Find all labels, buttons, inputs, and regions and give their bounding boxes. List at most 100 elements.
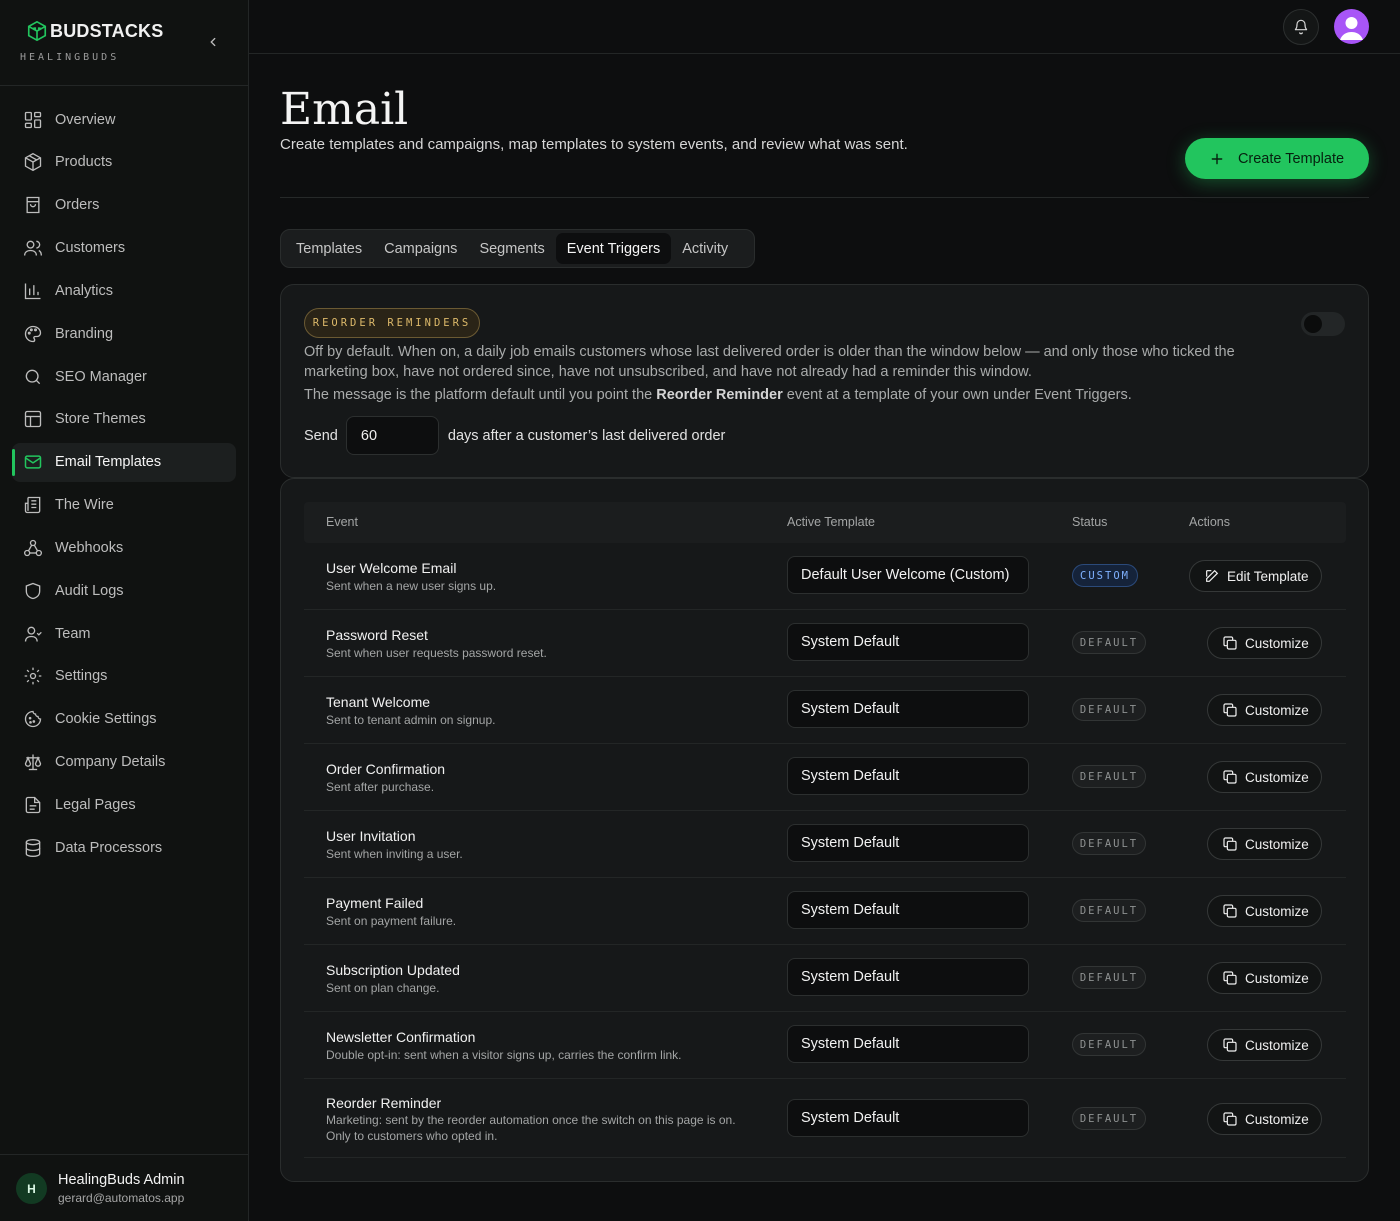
cookie-icon bbox=[24, 711, 42, 728]
sidebar-nav: Overview Products Orders Customers Analy… bbox=[12, 100, 236, 871]
send-window-row: Send days after a customer’s last delive… bbox=[304, 416, 725, 455]
newspaper-icon bbox=[24, 496, 41, 514]
table-row: Order Confirmation Sent after purchase. … bbox=[304, 744, 1346, 811]
sidebar-item-label: Cookie Settings bbox=[55, 711, 157, 728]
customize-button[interactable]: Customize bbox=[1207, 761, 1322, 793]
tab-event-triggers[interactable]: Event Triggers bbox=[555, 233, 672, 264]
notifications-button[interactable] bbox=[1283, 9, 1319, 45]
column-header-actions: Actions bbox=[1189, 515, 1230, 529]
days-input[interactable] bbox=[345, 416, 439, 455]
sidebar-item-audit-logs[interactable]: Audit Logs bbox=[12, 571, 236, 610]
collapse-sidebar-button[interactable] bbox=[204, 33, 222, 51]
status-badge: DEFAULT bbox=[1072, 899, 1146, 922]
sidebar-item-label: Orders bbox=[55, 197, 100, 214]
user-icon bbox=[24, 626, 42, 642]
user-email: gerard@automatos.app bbox=[58, 1191, 185, 1205]
sidebar-item-customers[interactable]: Customers bbox=[12, 229, 236, 268]
event-description: Sent when inviting a user. bbox=[326, 847, 463, 861]
sidebar-item-settings[interactable]: Settings bbox=[12, 657, 236, 696]
chevron-left-icon bbox=[210, 37, 216, 47]
event-description: Sent on plan change. bbox=[326, 981, 440, 995]
sidebar-item-webhooks[interactable]: Webhooks bbox=[12, 528, 236, 567]
event-name: Password Reset bbox=[326, 627, 428, 643]
sidebar-item-data-processors[interactable]: Data Processors bbox=[12, 828, 236, 867]
sidebar-item-store-themes[interactable]: Store Themes bbox=[12, 400, 236, 439]
grid-icon bbox=[24, 111, 42, 128]
event-name: Reorder Reminder bbox=[326, 1095, 442, 1111]
reminder-template-note: The message is the platform default unti… bbox=[304, 385, 1304, 405]
sidebar-item-the-wire[interactable]: The Wire bbox=[12, 486, 236, 525]
reorder-reminders-toggle[interactable] bbox=[1301, 312, 1345, 336]
customize-button[interactable]: Customize bbox=[1207, 1029, 1322, 1061]
user-name: HealingBuds Admin bbox=[58, 1172, 185, 1188]
note-text: event at a template of your own under Ev… bbox=[782, 387, 1132, 403]
template-select[interactable]: Default User Welcome (Custom) bbox=[787, 556, 1029, 594]
sidebar-item-label: SEO Manager bbox=[55, 368, 147, 385]
template-select[interactable]: System Default bbox=[787, 623, 1029, 661]
template-select[interactable]: System Default bbox=[787, 958, 1029, 996]
scale-icon bbox=[24, 754, 42, 771]
template-select[interactable]: System Default bbox=[787, 690, 1029, 728]
copy-icon bbox=[1223, 837, 1237, 851]
reorder-reminders-badge: REORDER REMINDERS bbox=[304, 308, 480, 338]
status-badge: DEFAULT bbox=[1072, 1033, 1146, 1056]
layout-icon bbox=[24, 411, 42, 428]
sidebar-item-overview[interactable]: Overview bbox=[12, 100, 236, 139]
sidebar-item-label: Legal Pages bbox=[55, 797, 136, 813]
tab-templates[interactable]: Templates bbox=[285, 233, 373, 264]
sidebar-item-email-templates[interactable]: Email Templates bbox=[12, 442, 236, 482]
user-avatar-icon bbox=[1340, 17, 1363, 40]
edit-icon bbox=[1206, 569, 1219, 582]
template-select[interactable]: System Default bbox=[787, 824, 1029, 862]
edit-template-button[interactable]: Edit Template bbox=[1189, 560, 1322, 592]
sidebar-item-branding[interactable]: Branding bbox=[12, 314, 236, 353]
tab-segments[interactable]: Segments bbox=[468, 233, 555, 264]
table-header: Event Active Template Status Actions bbox=[304, 502, 1346, 543]
tab-campaigns[interactable]: Campaigns bbox=[373, 233, 468, 264]
event-name: Order Confirmation bbox=[326, 761, 446, 777]
tab-activity[interactable]: Activity bbox=[671, 233, 739, 264]
customize-button[interactable]: Customize bbox=[1207, 895, 1322, 927]
customize-button[interactable]: Customize bbox=[1207, 828, 1322, 860]
profile-avatar-button[interactable] bbox=[1334, 9, 1369, 44]
sidebar-item-label: Company Details bbox=[55, 754, 166, 771]
sidebar-item-analytics[interactable]: Analytics bbox=[12, 271, 236, 310]
event-description: Marketing: sent by the reorder automatio… bbox=[326, 1113, 736, 1143]
customize-button[interactable]: Customize bbox=[1207, 962, 1322, 994]
divider bbox=[280, 197, 1369, 198]
sidebar-item-company-details[interactable]: Company Details bbox=[12, 743, 236, 782]
customize-button[interactable]: Customize bbox=[1207, 627, 1322, 659]
sidebar: BUDSTACKS HEALINGBUDS Overview Products … bbox=[0, 0, 249, 1221]
sidebar-item-legal-pages[interactable]: Legal Pages bbox=[12, 786, 236, 825]
template-select[interactable]: System Default bbox=[787, 1099, 1029, 1137]
template-select[interactable]: System Default bbox=[787, 757, 1029, 795]
email-tabs: Templates Campaigns Segments Event Trigg… bbox=[280, 229, 755, 268]
copy-icon bbox=[1223, 703, 1237, 717]
send-label: Send bbox=[304, 427, 338, 444]
sidebar-item-label: Data Processors bbox=[55, 839, 163, 856]
copy-icon bbox=[1223, 636, 1237, 650]
status-badge: DEFAULT bbox=[1072, 832, 1146, 855]
sidebar-item-team[interactable]: Team bbox=[12, 614, 236, 653]
customize-button[interactable]: Customize bbox=[1207, 694, 1322, 726]
sidebar-item-label: Overview bbox=[55, 111, 116, 128]
avatar: H bbox=[16, 1173, 47, 1204]
event-description: Sent when a new user signs up. bbox=[326, 579, 497, 593]
customize-button[interactable]: Customize bbox=[1207, 1103, 1322, 1135]
column-header-event: Event bbox=[326, 515, 358, 529]
event-description: Sent when user requests password reset. bbox=[326, 646, 547, 660]
sidebar-item-label: Webhooks bbox=[55, 539, 124, 556]
template-select[interactable]: System Default bbox=[787, 1025, 1029, 1063]
sidebar-item-orders[interactable]: Orders bbox=[12, 186, 236, 225]
create-template-button[interactable]: Create Template bbox=[1185, 138, 1369, 179]
note-text: The message is the platform default unti… bbox=[304, 387, 657, 403]
sidebar-item-cookie-settings[interactable]: Cookie Settings bbox=[12, 700, 236, 739]
copy-icon bbox=[1223, 770, 1237, 784]
brand-logo[interactable]: BUDSTACKS bbox=[26, 20, 163, 42]
user-profile[interactable]: H HealingBuds Admin gerard@automatos.app bbox=[0, 1154, 248, 1221]
users-icon bbox=[24, 240, 42, 256]
sidebar-item-seo-manager[interactable]: SEO Manager bbox=[12, 357, 236, 396]
event-description: Sent on payment failure. bbox=[326, 914, 457, 928]
template-select[interactable]: System Default bbox=[787, 891, 1029, 929]
sidebar-item-products[interactable]: Products bbox=[12, 143, 236, 182]
